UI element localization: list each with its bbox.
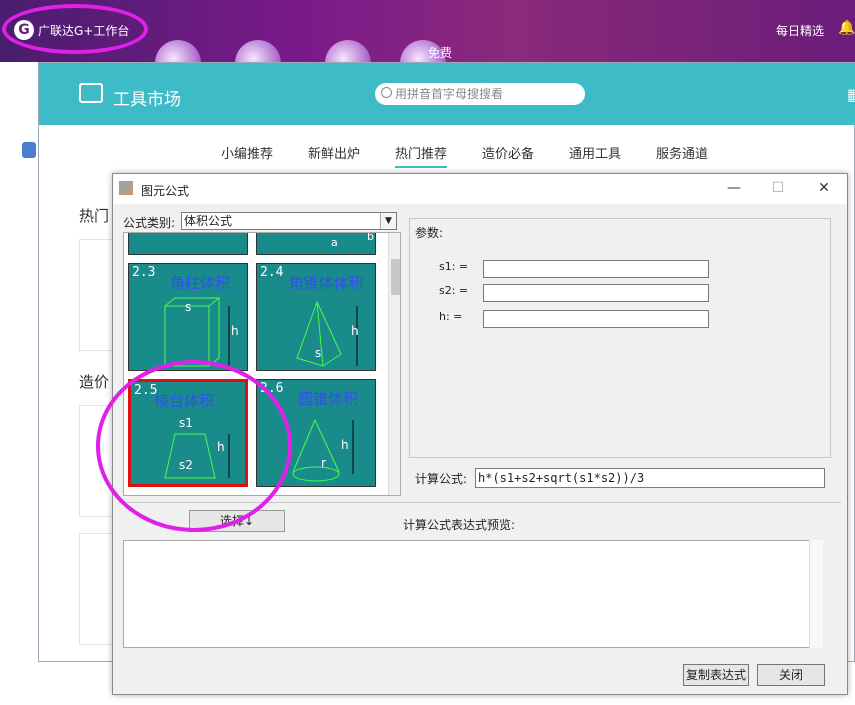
tab-editor-picks[interactable]: 小编推荐 [221, 143, 273, 162]
formula-tile-prism[interactable]: 2.3 角柱体积 s h [128, 263, 248, 371]
param-s1-label: s1: = [439, 260, 469, 273]
tile-name: 角柱体积 [169, 274, 230, 292]
formula-tile[interactable]: a b [256, 232, 376, 255]
dialog-titlebar[interactable]: 图元公式 — ☐ ✕ [113, 174, 847, 204]
formula-input[interactable]: h*(s1+s2+sqrt(s1*s2))/3 [475, 468, 825, 488]
copy-expression-button[interactable]: 复制表达式 [683, 664, 749, 686]
grid-icon[interactable]: ▦ [847, 85, 855, 104]
dialog-title: 图元公式 [141, 184, 190, 198]
banner-decoration [155, 40, 201, 62]
tile-label: b [367, 232, 374, 243]
expression-preview[interactable] [123, 540, 823, 648]
formula-label: 计算公式: [415, 472, 468, 486]
scrollbar-thumb[interactable] [391, 259, 400, 295]
preview-scrollbar[interactable] [809, 540, 823, 648]
tile-label: h [231, 324, 239, 338]
category-value: 体积公式 [184, 214, 233, 228]
search-placeholder: 用拼音首字母搜搜看 [395, 87, 504, 101]
maximize-button[interactable]: ☐ [763, 178, 793, 198]
close-button[interactable]: 关闭 [757, 664, 825, 686]
preview-label: 计算公式表达式预览: [403, 518, 516, 532]
param-s2-input[interactable] [483, 284, 709, 302]
background-window [0, 62, 40, 662]
tab-general-tools[interactable]: 通用工具 [569, 143, 621, 162]
search-input[interactable]: 用拼音首字母搜搜看 [375, 83, 585, 105]
bell-icon[interactable]: 🔔 [838, 20, 855, 36]
tile-label: h [341, 438, 349, 452]
briefcase-icon [79, 83, 103, 103]
params-group [409, 218, 831, 458]
close-window-button[interactable]: ✕ [809, 178, 839, 198]
minimize-button[interactable]: — [719, 178, 749, 198]
section-cost-heading: 造价 [79, 373, 110, 391]
tile-label: s [315, 346, 322, 360]
gallery-scrollbar[interactable] [388, 233, 400, 495]
tab-new[interactable]: 新鲜出炉 [308, 143, 360, 162]
banner-decoration [325, 40, 371, 62]
tab-hot[interactable]: 热门推荐 [395, 143, 448, 168]
param-h-label: h: = [439, 310, 463, 323]
market-tabs: 小编推荐 新鲜出炉 热门推荐 造价必备 通用工具 服务通道 [39, 143, 855, 168]
formula-tile[interactable] [128, 233, 248, 255]
daily-picks-link[interactable]: 每日精选 [776, 22, 824, 39]
tile-label: s [185, 300, 192, 314]
free-badge: 免费 [428, 46, 453, 60]
tab-cost-essentials[interactable]: 造价必备 [482, 143, 534, 162]
section-hot-heading: 热门 [79, 207, 110, 225]
lock-icon [22, 142, 36, 158]
category-select[interactable]: 体积公式 ▼ [181, 212, 397, 230]
category-label: 公式类别: [123, 216, 176, 230]
tile-name: 圆锥体积 [297, 390, 358, 408]
formula-tile-pyramid[interactable]: 2.4 角锥体体积 h s [256, 263, 376, 371]
market-header: 工具市场 用拼音首字母搜搜看 ▦ [39, 63, 855, 125]
param-s2-label: s2: = [439, 284, 469, 297]
tile-label: r [321, 456, 326, 470]
param-s1-input[interactable] [483, 260, 709, 278]
chevron-down-icon[interactable]: ▼ [380, 213, 396, 229]
tile-label: h [351, 324, 359, 338]
tile-label: a [331, 236, 338, 249]
annotation-circle [96, 360, 292, 532]
param-h-input[interactable] [483, 310, 709, 328]
pyramid-figure-icon [296, 300, 358, 367]
search-icon [381, 87, 392, 98]
dialog-icon [119, 181, 133, 195]
annotation-circle [2, 4, 148, 54]
banner-decoration [235, 40, 281, 62]
params-label: 参数: [415, 226, 444, 240]
tab-service[interactable]: 服务通道 [656, 143, 708, 162]
tile-name: 角锥体体积 [288, 274, 364, 292]
market-title: 工具市场 [113, 90, 181, 110]
